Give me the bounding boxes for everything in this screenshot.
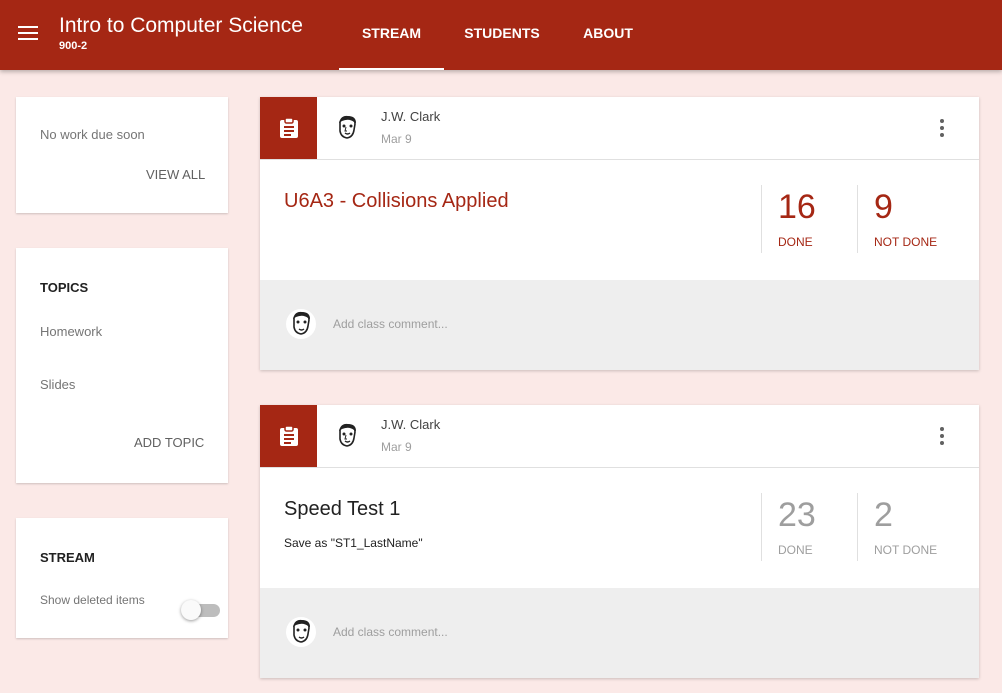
- upcoming-work-card: No work due soon VIEW ALL: [16, 97, 228, 213]
- commenter-avatar: [286, 617, 316, 647]
- done-label: DONE: [778, 235, 813, 249]
- stat-divider: [857, 493, 858, 561]
- topics-card: TOPICS Homework Slides ADD TOPIC: [16, 248, 228, 483]
- stat-divider: [857, 185, 858, 253]
- post-divider: [260, 467, 979, 468]
- done-count[interactable]: 23: [778, 496, 816, 535]
- assignment-title[interactable]: Speed Test 1: [284, 498, 400, 521]
- not-done-label: NOT DONE: [874, 235, 938, 249]
- class-comment-input[interactable]: Add class comment...: [333, 625, 448, 639]
- no-work-message: No work due soon: [40, 127, 145, 142]
- not-done-count[interactable]: 2: [874, 496, 893, 535]
- commenter-avatar: [286, 309, 316, 339]
- toggle-thumb: [181, 600, 201, 620]
- not-done-count[interactable]: 9: [874, 188, 893, 227]
- show-deleted-toggle[interactable]: [181, 600, 221, 620]
- not-done-label: NOT DONE: [874, 543, 938, 557]
- topics-heading: TOPICS: [40, 280, 89, 295]
- comment-area: Add class comment...: [260, 280, 979, 370]
- done-count[interactable]: 16: [778, 188, 816, 227]
- post-date: Mar 9: [381, 132, 412, 146]
- teacher-avatar: [332, 113, 362, 143]
- topic-slides[interactable]: Slides: [40, 377, 75, 392]
- teacher-avatar: [332, 421, 362, 451]
- tab-about[interactable]: ABOUT: [572, 0, 644, 70]
- comment-area: Add class comment...: [260, 588, 979, 678]
- more-vertical-icon[interactable]: [936, 117, 948, 139]
- stat-divider: [761, 185, 762, 253]
- post-author: J.W. Clark: [381, 109, 441, 124]
- class-section: 900-2: [59, 40, 88, 52]
- stat-divider: [761, 493, 762, 561]
- post-date: Mar 9: [381, 440, 412, 454]
- post-divider: [260, 159, 979, 160]
- app-header: Intro to Computer Science 900-2 STREAM S…: [0, 0, 1002, 70]
- topic-homework[interactable]: Homework: [40, 324, 102, 339]
- assignment-clipboard-icon: [279, 425, 298, 446]
- assignment-icon-box: [260, 97, 317, 159]
- hamburger-menu-icon[interactable]: [18, 25, 38, 41]
- assignment-clipboard-icon: [279, 117, 298, 138]
- assignment-description: Save as "ST1_LastName": [284, 536, 423, 550]
- assignment-post: J.W. Clark Mar 9 Speed Test 1 Save as "S…: [260, 405, 979, 678]
- stream-heading: STREAM: [40, 550, 95, 565]
- assignment-post: J.W. Clark Mar 9 U6A3 - Collisions Appli…: [260, 97, 979, 370]
- post-author: J.W. Clark: [381, 417, 441, 432]
- stream-settings-card: STREAM Show deleted items: [16, 518, 228, 638]
- done-label: DONE: [778, 543, 813, 557]
- assignment-icon-box: [260, 405, 317, 467]
- view-all-button[interactable]: VIEW ALL: [146, 167, 205, 182]
- tab-students[interactable]: STUDENTS: [454, 0, 550, 70]
- class-comment-input[interactable]: Add class comment...: [333, 317, 448, 331]
- class-title: Intro to Computer Science: [59, 14, 303, 37]
- more-vertical-icon[interactable]: [936, 425, 948, 447]
- assignment-title[interactable]: U6A3 - Collisions Applied: [284, 190, 509, 213]
- tab-stream[interactable]: STREAM: [339, 0, 444, 70]
- add-topic-button[interactable]: ADD TOPIC: [134, 435, 204, 450]
- show-deleted-label: Show deleted items: [40, 593, 145, 607]
